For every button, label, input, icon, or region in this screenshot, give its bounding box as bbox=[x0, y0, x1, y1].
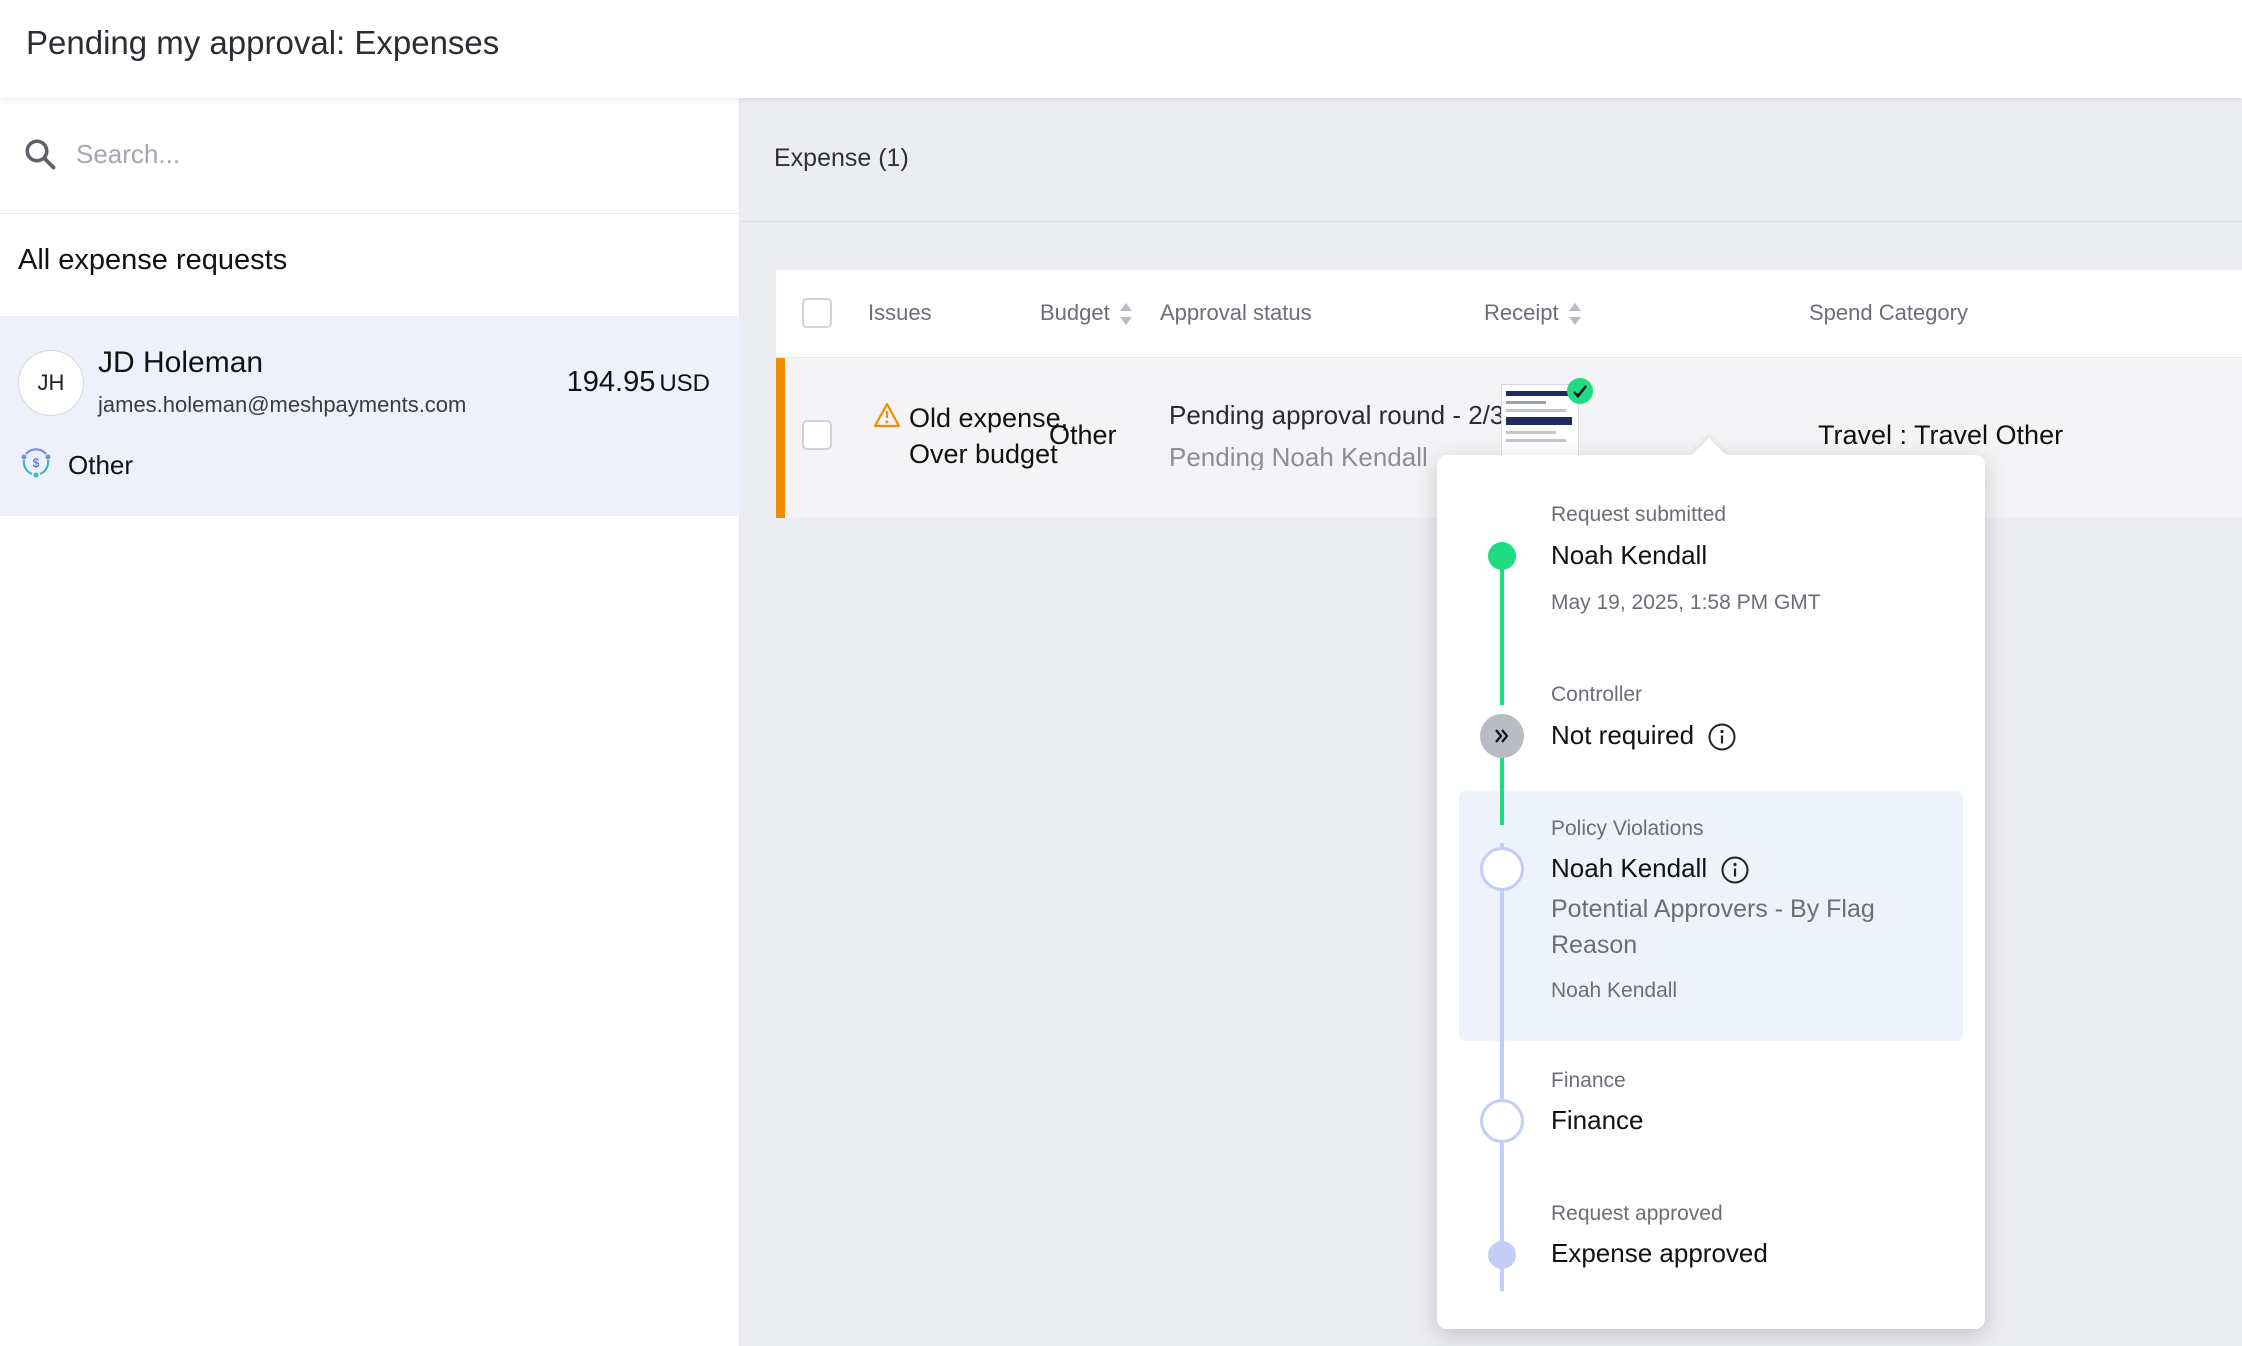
step-sub-line: Reason bbox=[1551, 931, 1638, 959]
column-budget-label: Budget bbox=[1040, 300, 1110, 325]
step-main-text: Noah Kendall bbox=[1551, 853, 1708, 883]
step-pending-circle bbox=[1480, 1099, 1524, 1143]
step-final-dot bbox=[1488, 1241, 1516, 1269]
table-header: Issues Budget Approval status Receipt Sp… bbox=[776, 270, 2242, 358]
receipt-matched-icon bbox=[1567, 378, 1593, 404]
approval-status-cell: Pending approval round - 2/3 bbox=[1169, 400, 1552, 432]
spend-category-cell: Travel : Travel Other bbox=[1818, 420, 2064, 450]
requester-email: james.holeman@meshpayments.com bbox=[98, 392, 467, 417]
step-main: Noah Kendall bbox=[1551, 540, 1708, 570]
timeline-connector bbox=[1500, 843, 1504, 1291]
step-sub: May 19, 2025, 1:58 PM GMT bbox=[1551, 591, 1821, 614]
avatar: JH bbox=[18, 350, 84, 416]
sidebar: All expense requests JH JD Holeman james… bbox=[0, 98, 740, 1346]
step-label: Policy Violations bbox=[1551, 817, 1704, 840]
search-icon bbox=[25, 139, 56, 170]
sort-icon[interactable] bbox=[1568, 302, 1581, 326]
expense-count: Expense (1) bbox=[774, 144, 909, 172]
step-completed-dot bbox=[1488, 542, 1516, 570]
issue-line-1: Old expense, bbox=[909, 403, 1069, 433]
step-sub-approver: Noah Kendall bbox=[1551, 979, 1678, 1002]
budget-cell: Other bbox=[1049, 420, 1117, 450]
step-main: Noah Kendall bbox=[1551, 853, 1750, 885]
approval-flow-popover: Request submitted Noah Kendall May 19, 2… bbox=[1437, 438, 1985, 1329]
step-pending-circle bbox=[1480, 847, 1524, 891]
sort-icon[interactable] bbox=[1119, 302, 1132, 326]
info-icon[interactable] bbox=[1720, 855, 1750, 885]
requester-name: JD Holeman bbox=[98, 346, 264, 379]
amount-value: 194.95 bbox=[566, 366, 656, 398]
step-sub-line: Potential Approvers - By Flag bbox=[1551, 895, 1875, 923]
chevron-double-right-icon bbox=[1495, 729, 1509, 743]
step-main-text: Not required bbox=[1551, 720, 1695, 750]
approval-status-sub: Pending Noah Kendall bbox=[1169, 442, 1428, 470]
step-label: Request submitted bbox=[1551, 503, 1727, 526]
page-title: Pending my approval: Expenses bbox=[26, 24, 500, 61]
issues-cell: Old expense, Over budget bbox=[909, 400, 1068, 472]
issue-line-2: Over budget bbox=[909, 439, 1058, 469]
main-header: Expense (1) bbox=[740, 98, 2242, 222]
skip-step-icon bbox=[1480, 714, 1524, 758]
money-cycle-icon: $ bbox=[21, 448, 51, 478]
request-category: Other bbox=[68, 450, 134, 480]
search-input[interactable] bbox=[76, 134, 676, 174]
column-receipt[interactable]: Receipt bbox=[1484, 300, 1581, 326]
search-bar bbox=[0, 98, 740, 214]
request-amount: 194.95 USD bbox=[567, 366, 710, 399]
request-card[interactable]: JH JD Holeman james.holeman@meshpayments… bbox=[0, 316, 740, 516]
column-budget[interactable]: Budget bbox=[1040, 300, 1132, 326]
step-main: Finance bbox=[1551, 1105, 1644, 1135]
top-bar: Pending my approval: Expenses bbox=[0, 0, 2242, 98]
column-approval-status: Approval status bbox=[1160, 300, 1312, 325]
info-icon[interactable] bbox=[1707, 722, 1737, 752]
step-main: Expense approved bbox=[1551, 1238, 1768, 1268]
row-checkbox[interactable] bbox=[802, 420, 832, 450]
step-main: Not required bbox=[1551, 720, 1737, 752]
column-issues: Issues bbox=[868, 300, 932, 325]
warning-icon bbox=[873, 402, 901, 428]
column-receipt-label: Receipt bbox=[1484, 300, 1559, 325]
step-label: Request approved bbox=[1551, 1202, 1723, 1225]
column-spend-category: Spend Category bbox=[1809, 300, 1968, 325]
step-label: Finance bbox=[1551, 1069, 1626, 1092]
timeline-connector bbox=[1500, 556, 1504, 705]
svg-text:$: $ bbox=[33, 456, 40, 470]
section-title: All expense requests bbox=[18, 244, 288, 276]
step-sub: Potential Approvers - By Flag Reason bbox=[1551, 891, 1875, 963]
approval-status-text: Pending approval round - 2/3 bbox=[1169, 400, 1505, 430]
step-label: Controller bbox=[1551, 683, 1643, 706]
amount-currency: USD bbox=[659, 370, 710, 397]
select-all-checkbox[interactable] bbox=[802, 298, 832, 328]
